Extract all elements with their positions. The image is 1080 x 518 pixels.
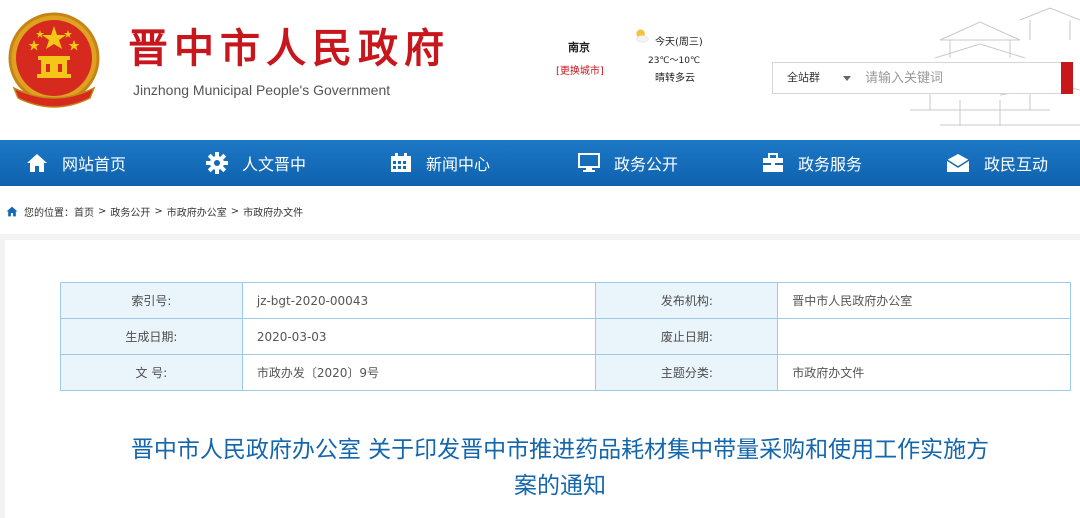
category-label: 主题分类:	[595, 354, 779, 391]
table-row: 索引号: jz-bgt-2020-00043 发布机构: 晋中市人民政府办公室	[60, 282, 1071, 319]
index-number-value: jz-bgt-2020-00043	[241, 282, 597, 319]
expiry-date-value	[777, 318, 1071, 355]
search-scope-select[interactable]: 全站群	[773, 63, 861, 93]
national-emblem-icon	[8, 12, 100, 108]
home-icon	[27, 154, 47, 172]
publisher-label: 发布机构:	[595, 282, 779, 319]
index-number-label: 索引号:	[60, 282, 243, 319]
search-button[interactable]	[1061, 62, 1073, 94]
briefcase-icon	[763, 153, 783, 172]
calendar-icon	[391, 153, 411, 172]
nav-item-label: 网站首页	[62, 155, 127, 174]
article-title-line: 案的通知	[514, 473, 606, 499]
category-value: 市政府办文件	[777, 354, 1071, 391]
breadcrumb-separator: >	[230, 206, 240, 217]
weather-condition: 晴转多云	[655, 73, 695, 84]
search-scope-label: 全站群	[787, 71, 820, 84]
site-subtitle: Jinzhong Municipal People's Government	[133, 82, 391, 98]
article-title-line: 晋中市人民政府办公室 关于印发晋中市推进药品耗材集中带量采购和使用工作实施方	[130, 437, 990, 463]
document-number-value: 市政办发〔2020〕9号	[241, 354, 597, 391]
breadcrumb-item[interactable]: 首页	[74, 204, 94, 219]
created-date-value: 2020-03-03	[241, 318, 597, 355]
nav-item-label: 政务公开	[614, 155, 679, 174]
breadcrumb-prefix: 您的位置：	[24, 208, 74, 219]
chevron-down-icon	[843, 76, 851, 81]
weather-city: 南京	[568, 41, 590, 54]
sunny-cloud-icon	[636, 29, 649, 43]
expiry-date-label: 废止日期:	[595, 318, 779, 355]
main-nav: 网站首页 人文晋中 新闻中心 政务公开 政务服务 政民互动	[0, 140, 1080, 186]
table-row: 文 号: 市政办发〔2020〕9号 主题分类: 市政府办文件	[60, 354, 1071, 391]
breadcrumb-separator: >	[98, 206, 107, 217]
breadcrumb-separator: >	[154, 206, 163, 217]
nav-item-news[interactable]: 新闻中心	[390, 140, 490, 186]
nav-item-label: 政民互动	[984, 155, 1049, 174]
document-info-table: 索引号: jz-bgt-2020-00043 发布机构: 晋中市人民政府办公室 …	[60, 282, 1071, 391]
gear-icon	[206, 152, 228, 174]
breadcrumb-item[interactable]: 市政府办文件	[243, 204, 303, 219]
breadcrumb-item[interactable]: 市政府办公室	[167, 204, 227, 219]
home-icon	[6, 206, 18, 217]
table-row: 生成日期: 2020-03-03 废止日期:	[60, 318, 1071, 355]
weather-temperature: 23℃～10℃	[648, 56, 701, 66]
search-input[interactable]	[865, 63, 1055, 93]
site-header: 晋中市人民政府 Jinzhong Municipal People's Gove…	[0, 0, 1080, 140]
change-city-link[interactable]: [更换城市]	[556, 62, 604, 77]
nav-item-gov-services[interactable]: 政务服务	[762, 140, 862, 186]
nav-item-label: 人文晋中	[242, 155, 307, 174]
nav-item-gov-affairs[interactable]: 政务公开	[578, 140, 678, 186]
breadcrumb-item[interactable]: 政务公开	[110, 204, 150, 219]
publisher-value: 晋中市人民政府办公室	[777, 282, 1071, 319]
weather-today: 今天(周三)	[655, 37, 703, 48]
nav-item-culture[interactable]: 人文晋中	[206, 140, 306, 186]
nav-item-label: 政务服务	[798, 155, 863, 174]
nav-item-interaction[interactable]: 政民互动	[946, 140, 1048, 186]
created-date-label: 生成日期:	[60, 318, 243, 355]
monitor-icon	[578, 153, 600, 172]
document-number-label: 文 号:	[60, 354, 243, 391]
nav-item-label: 新闻中心	[426, 155, 491, 174]
article-title: 晋中市人民政府办公室 关于印发晋中市推进药品耗材集中带量采购和使用工作实施方 案…	[40, 432, 1080, 504]
search-box: 全站群	[772, 62, 1073, 94]
breadcrumb: 您的位置： 首页 > 政务公开 > 市政府办公室 > 市政府办文件	[6, 204, 303, 219]
nav-item-home[interactable]: 网站首页	[26, 140, 126, 186]
mail-icon	[946, 154, 970, 172]
site-title[interactable]: 晋中市人民政府	[128, 16, 450, 74]
